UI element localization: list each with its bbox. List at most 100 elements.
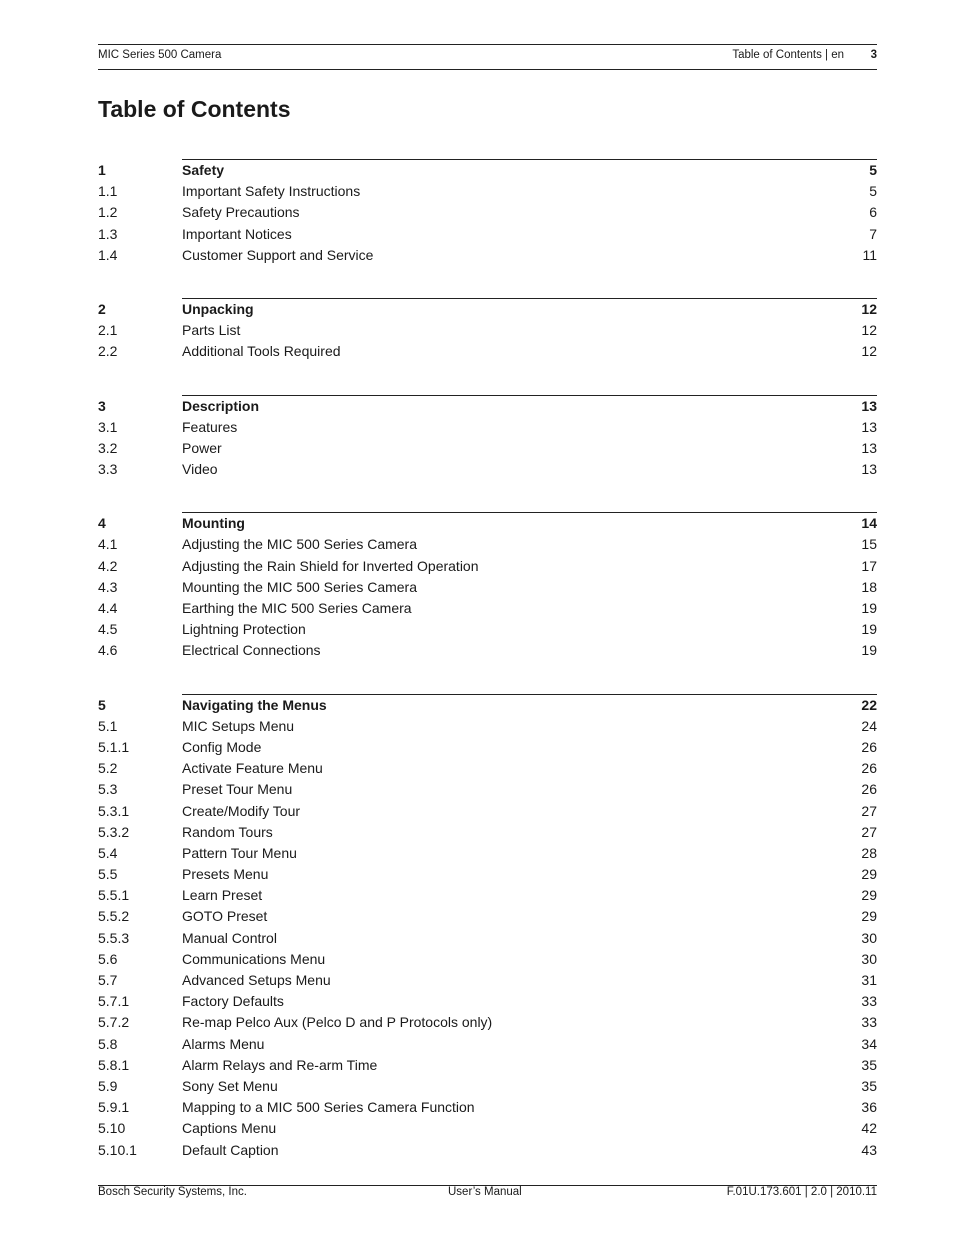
toc-entry[interactable]: 5.8 Alarms Menu 34: [98, 1034, 877, 1055]
entry-number: 5.5.3: [98, 929, 130, 946]
toc-entry[interactable]: 4.2 Adjusting the Rain Shield for Inverte…: [98, 556, 877, 577]
entry-title: Learn Preset: [182, 887, 263, 904]
toc-entry[interactable]: 5.8.1 Alarm Relays and Re-arm Time 35: [98, 1055, 877, 1076]
toc-entry[interactable]: 3.3 Video 13: [98, 459, 877, 480]
toc-entry[interactable]: 5.9.1 Mapping to a MIC 500 Series Camera …: [98, 1097, 877, 1118]
entry-page-number: 12: [861, 322, 877, 339]
toc-entry[interactable]: 4.3 Mounting the MIC 500 Series Camera 18: [98, 577, 877, 598]
entry-number: 1.1: [98, 183, 118, 200]
entry-number: 5.3: [98, 781, 118, 798]
entry-title: Captions Menu: [182, 1120, 277, 1137]
toc-entry[interactable]: 5.7 Advanced Setups Menu 31: [98, 970, 877, 991]
toc-chapter-entry[interactable]: 1 Safety 5: [98, 160, 877, 181]
entry-number: 2.2: [98, 343, 118, 360]
entry-title: Create/Modify Tour: [182, 802, 301, 819]
entry-title: Adjusting the Rain Shield for Inverted O…: [182, 557, 479, 574]
entry-number: 5.3.1: [98, 802, 130, 819]
entry-title: Preset Tour Menu: [182, 781, 293, 798]
toc-entry[interactable]: 5.10.1 Default Caption 43: [98, 1140, 877, 1161]
entry-title: Random Tours: [182, 823, 273, 840]
entry-number: 1.2: [98, 204, 118, 221]
entry-page-number: 26: [861, 781, 877, 798]
entry-number: 5.9.1: [98, 1099, 130, 1116]
toc-entry[interactable]: 1.2 Safety Precautions 6: [98, 202, 877, 223]
toc-entry[interactable]: 2.1 Parts List 12: [98, 320, 877, 341]
entry-page-number: 29: [861, 908, 877, 925]
page-header: MIC Series 500 Camera Table of Contents …: [98, 44, 877, 70]
entry-title: Re-map Pelco Aux (Pelco D and P Protocol…: [182, 1014, 493, 1031]
entry-page-number: 26: [861, 760, 877, 777]
toc-entry[interactable]: 4.1 Adjusting the MIC 500 Series Camera 15: [98, 534, 877, 555]
footer-doc-id: F.01U.173.601 | 2.0 | 2010.11: [726, 1186, 877, 1198]
entry-page-number: 24: [861, 717, 877, 734]
toc-chapter-entry[interactable]: 4 Mounting 14: [98, 513, 877, 534]
toc-entry[interactable]: 4.4 Earthing the MIC 500 Series Camera 19: [98, 598, 877, 619]
entry-page-number: 6: [869, 204, 877, 221]
entry-title: Activate Feature Menu: [182, 760, 323, 777]
toc-chapter: 3 Description 13 3.1 Features 13 3.2 Power 13 3.3…: [98, 394, 877, 481]
toc-entry[interactable]: 5.3.1 Create/Modify Tour 27: [98, 801, 877, 822]
toc-chapter-entry[interactable]: 5 Navigating the Menus 22: [98, 695, 877, 716]
toc-entry[interactable]: 5.10 Captions Menu 42: [98, 1118, 877, 1139]
toc-entry[interactable]: 3.2 Power 13: [98, 438, 877, 459]
footer-doc-type: User’s Manual: [448, 1186, 522, 1198]
toc-entry[interactable]: 5.5.1 Learn Preset 29: [98, 885, 877, 906]
header-section-label: Table of Contents | en: [732, 49, 844, 61]
entry-number: 5: [98, 696, 106, 713]
toc-entry[interactable]: 3.1 Features 13: [98, 417, 877, 438]
entry-title: Alarms Menu: [182, 1035, 265, 1052]
entry-number: 5.5.2: [98, 908, 130, 925]
entry-page-number: 36: [861, 1099, 877, 1116]
toc-entry[interactable]: 5.7.1 Factory Defaults 33: [98, 991, 877, 1012]
toc-entry[interactable]: 5.7.2 Re-map Pelco Aux (Pelco D and P Pro…: [98, 1012, 877, 1033]
toc-entry[interactable]: 5.2 Activate Feature Menu 26: [98, 758, 877, 779]
entry-page-number: 12: [861, 343, 877, 360]
toc-entry[interactable]: 5.1.1 Config Mode 26: [98, 737, 877, 758]
toc-entry[interactable]: 5.3 Preset Tour Menu 26: [98, 779, 877, 800]
entry-page-number: 42: [861, 1120, 877, 1137]
entry-title: Adjusting the MIC 500 Series Camera: [182, 536, 417, 553]
toc-entry[interactable]: 5.9 Sony Set Menu 35: [98, 1076, 877, 1097]
entry-page-number: 15: [861, 536, 877, 553]
toc-entry[interactable]: 1.4 Customer Support and Service 11: [98, 245, 877, 266]
toc-entry[interactable]: 5.6 Communications Menu 30: [98, 949, 877, 970]
entry-number: 4.4: [98, 600, 118, 616]
toc-chapter: 5 Navigating the Menus 22 5.1 MIC Setups Men…: [98, 693, 877, 1161]
entry-page-number: 29: [861, 866, 877, 883]
entry-title: Safety: [182, 162, 225, 178]
toc-entry[interactable]: 5.5 Presets Menu 29: [98, 864, 877, 885]
entry-number: 5.8: [98, 1035, 118, 1052]
entry-page-number: 14: [861, 515, 877, 532]
entry-page-number: 13: [861, 418, 877, 435]
toc-entry[interactable]: 5.5.2 GOTO Preset 29: [98, 906, 877, 927]
toc-entry[interactable]: 2.2 Additional Tools Required 12: [98, 341, 877, 362]
entry-title: Power: [182, 439, 222, 456]
entry-page-number: 29: [861, 887, 877, 904]
entry-number: 1.3: [98, 225, 118, 242]
entry-page-number: 26: [861, 738, 877, 755]
entry-number: 5.4: [98, 844, 118, 861]
toc-entry[interactable]: 4.6 Electrical Connections 19: [98, 640, 877, 661]
entry-title: GOTO Preset: [182, 908, 268, 925]
toc-entry[interactable]: 1.1 Important Safety Instructions 5: [98, 181, 877, 202]
toc-entry[interactable]: 4.5 Lightning Protection 19: [98, 619, 877, 640]
entry-number: 5.8.1: [98, 1056, 130, 1073]
toc-entry[interactable]: 5.5.3 Manual Control 30: [98, 928, 877, 949]
entry-page-number: 31: [861, 972, 877, 988]
entry-number: 3.2: [98, 439, 118, 456]
toc-chapter: 1 Safety 5 1.1 Important Safety Instructions…: [98, 159, 877, 266]
toc-chapter-entry[interactable]: 2 Unpacking 12: [98, 299, 877, 320]
toc-chapter-entry[interactable]: 3 Description 13: [98, 396, 877, 417]
toc-entry[interactable]: 5.3.2 Random Tours 27: [98, 822, 877, 843]
toc-entry[interactable]: 5.4 Pattern Tour Menu 28: [98, 843, 877, 864]
toc-entry[interactable]: 5.1 MIC Setups Menu 24: [98, 716, 877, 737]
entry-number: 3.3: [98, 461, 118, 478]
entry-title: Mounting the MIC 500 Series Camera: [182, 578, 417, 595]
entry-number: 5.7: [98, 972, 118, 988]
toc-entry[interactable]: 1.3 Important Notices 7: [98, 224, 877, 245]
entry-title: Factory Defaults: [182, 993, 284, 1010]
entry-page-number: 28: [861, 844, 877, 861]
entry-number: 5.7.1: [98, 993, 130, 1010]
page-footer: Bosch Security Systems, Inc. User’s Manu…: [98, 1185, 877, 1198]
entry-title: Parts List: [182, 322, 241, 339]
